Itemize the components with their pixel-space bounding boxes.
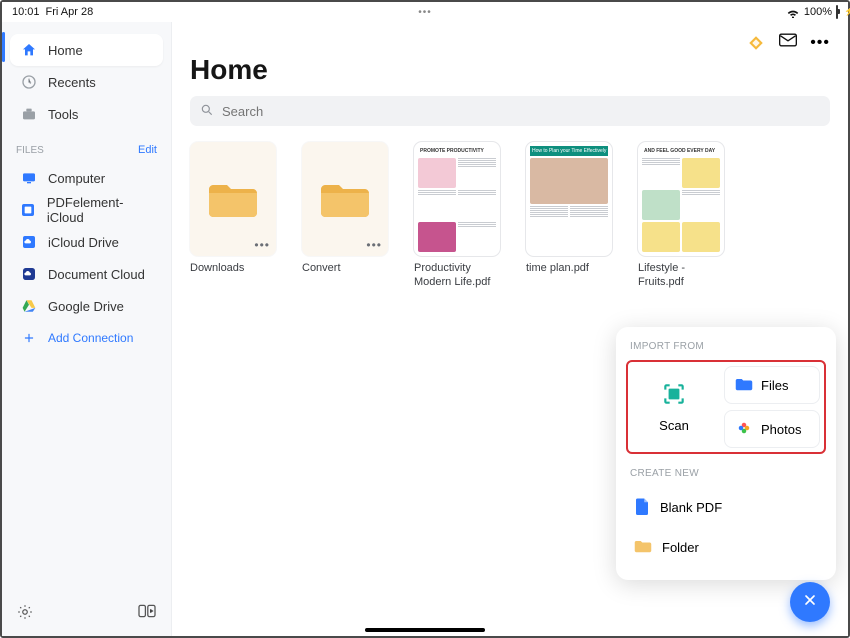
status-date: Fri Apr 28 [46,6,94,18]
edit-button[interactable]: Edit [138,144,157,156]
create-import-popup: IMPORT FROM Scan Files [616,327,836,580]
gear-icon[interactable] [16,603,34,626]
sidebar-item-label: iCloud Drive [48,235,119,250]
create-new-label: CREATE NEW [626,464,826,487]
file-caption: Convert [302,262,388,276]
active-indicator [2,32,5,62]
sidebar-item-label: Computer [48,171,105,186]
file-card[interactable]: PROMOTE PRODUCTIVITY Productivity Modern… [414,142,500,290]
home-icon [20,42,38,58]
toolbox-icon [20,107,38,121]
inbox-icon[interactable] [778,32,798,53]
scan-label: Scan [659,418,689,433]
wifi-icon [786,7,800,18]
sidebar-item-recents[interactable]: Recents [10,66,163,98]
sidebar-item-label: Document Cloud [48,267,145,282]
search-icon [200,103,214,120]
blank-pdf-button[interactable]: Blank PDF [626,487,826,528]
blank-pdf-icon [634,497,650,518]
files-folder-icon [735,376,753,394]
file-caption: Downloads [190,262,276,276]
files-button[interactable]: Files [724,366,820,404]
doc-heading: How to Plan your Time Effectively [530,146,608,156]
new-folder-button[interactable]: Folder [626,528,826,566]
file-card[interactable]: AND FEEL GOOD EVERY DAY Lifestyle - Frui… [638,142,724,290]
search-bar[interactable] [190,96,830,126]
files-label: FILES [16,145,44,156]
file-card[interactable]: ••• Convert [302,142,388,290]
new-folder-icon [634,538,652,556]
document-thumbnail: AND FEEL GOOD EVERY DAY [638,142,724,256]
home-indicator [365,628,485,632]
sidebar-item-tools[interactable]: Tools [10,98,163,130]
folder-icon [209,179,257,219]
doc-heading: AND FEEL GOOD EVERY DAY [642,146,720,156]
doc-heading: PROMOTE PRODUCTIVITY [418,146,496,156]
import-from-label: IMPORT FROM [626,337,826,360]
sidebar-item-label: Tools [48,107,78,122]
close-icon [802,592,818,613]
sidebar-item-document-cloud[interactable]: Document Cloud [10,258,163,290]
gdrive-icon [20,299,38,313]
photos-button[interactable]: Photos [724,410,820,448]
cloud-square-icon [20,266,38,282]
pdf-app-icon [20,202,37,218]
sidebar-item-home[interactable]: Home [10,34,163,66]
photos-label: Photos [761,422,801,437]
status-time: 10:01 [12,6,40,18]
search-input[interactable] [222,104,820,119]
folder-thumbnail: ••• [302,142,388,256]
sidebar-item-computer[interactable]: Computer [10,162,163,194]
files-grid: ••• Downloads ••• Convert PROMOTE PROD [190,142,830,290]
file-caption: Lifestyle - Fruits.pdf [638,262,724,290]
content-area: ••• Home ••• Downloads [172,22,848,636]
multitask-dots[interactable]: ••• [418,7,432,18]
page-title: Home [190,54,830,86]
file-card[interactable]: ••• Downloads [190,142,276,290]
import-highlight: Scan Files Photos [626,360,826,454]
sidebar-item-label: Recents [48,75,96,90]
scan-icon [661,381,687,412]
battery-percent: 100% [804,6,832,18]
card-more-icon[interactable]: ••• [366,238,382,252]
icloud-icon [20,234,38,250]
document-thumbnail: How to Plan your Time Effectively [526,142,612,256]
more-icon[interactable]: ••• [810,34,830,52]
files-label: Files [761,378,788,393]
battery-icon: ⚡ [836,6,838,18]
files-section-header: FILES Edit [2,130,171,162]
file-card[interactable]: How to Plan your Time Effectively time p… [526,142,612,290]
folder-icon [321,179,369,219]
blank-pdf-label: Blank PDF [660,500,722,515]
folder-thumbnail: ••• [190,142,276,256]
plus-icon [20,331,38,345]
add-connection-label: Add Connection [48,331,133,345]
status-bar: 10:01 Fri Apr 28 ••• 100% ⚡ [2,2,848,22]
scan-button[interactable]: Scan [632,366,716,448]
new-folder-label: Folder [662,540,699,555]
file-caption: Productivity Modern Life.pdf [414,262,500,290]
card-more-icon[interactable]: ••• [254,238,270,252]
sidebar-item-label: Google Drive [48,299,124,314]
sidebar: Home Recents Tools FILES Edit Computer [2,22,172,636]
file-caption: time plan.pdf [526,262,612,276]
sidebar-item-pdfelement-icloud[interactable]: PDFelement-iCloud [10,194,163,226]
premium-badge-icon[interactable] [746,33,766,53]
sidebar-item-google-drive[interactable]: Google Drive [10,290,163,322]
photos-icon [735,419,753,440]
sidebar-item-label: Home [48,43,83,58]
document-thumbnail: PROMOTE PRODUCTIVITY [414,142,500,256]
layout-icon[interactable] [137,603,157,626]
close-fab-button[interactable] [790,582,830,622]
clock-icon [20,74,38,90]
add-connection-button[interactable]: Add Connection [10,322,163,354]
sidebar-item-icloud[interactable]: iCloud Drive [10,226,163,258]
sidebar-item-label: PDFelement-iCloud [47,195,153,225]
monitor-icon [20,171,38,185]
